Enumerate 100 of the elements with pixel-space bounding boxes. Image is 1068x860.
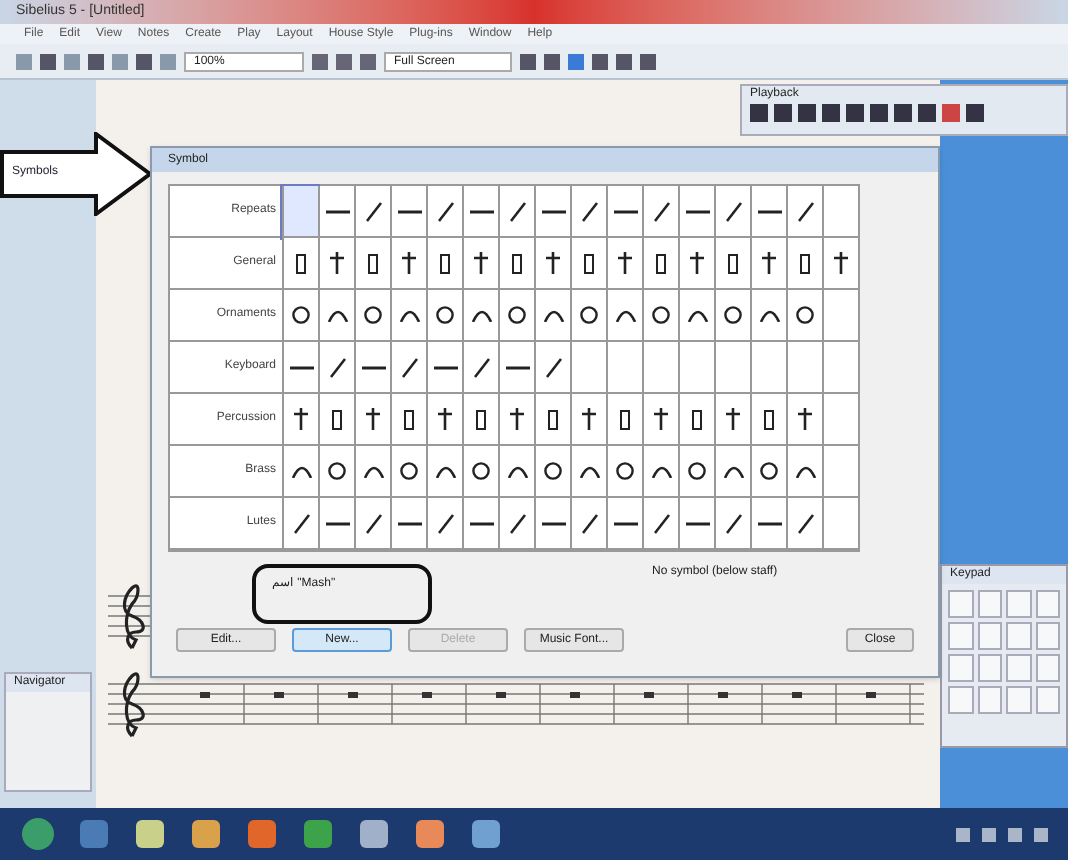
symbol-cell[interactable] [714, 342, 750, 394]
symbol-cell[interactable] [282, 394, 318, 446]
symbol-cell[interactable] [714, 186, 750, 238]
symbol-cell[interactable] [642, 186, 678, 238]
symbol-cell[interactable] [678, 186, 714, 238]
symbol-cell[interactable] [750, 186, 786, 238]
symbol-cell[interactable] [606, 498, 642, 550]
symbol-cell[interactable] [318, 238, 354, 290]
symbol-cell[interactable] [318, 186, 354, 238]
symbol-cell[interactable] [282, 186, 318, 238]
symbol-cell[interactable] [318, 394, 354, 446]
symbol-cell[interactable] [570, 238, 606, 290]
symbol-cell[interactable] [282, 342, 318, 394]
symbol-cell[interactable] [570, 394, 606, 446]
symbol-cell[interactable] [642, 446, 678, 498]
symbol-cell[interactable] [822, 186, 858, 238]
symbol-cell[interactable] [498, 498, 534, 550]
symbol-cell[interactable] [678, 290, 714, 342]
symbol-cell[interactable] [390, 342, 426, 394]
symbol-cell[interactable] [426, 186, 462, 238]
symbol-cell[interactable] [282, 498, 318, 550]
symbol-cell[interactable] [750, 446, 786, 498]
symbol-cell[interactable] [786, 238, 822, 290]
symbol-cell[interactable] [462, 498, 498, 550]
symbol-cell[interactable] [534, 186, 570, 238]
symbol-cell[interactable] [822, 394, 858, 446]
symbol-cell[interactable] [714, 394, 750, 446]
symbol-cell[interactable] [678, 238, 714, 290]
symbol-cell[interactable] [606, 238, 642, 290]
symbol-cell[interactable] [354, 238, 390, 290]
symbol-cell[interactable] [498, 238, 534, 290]
symbol-cell[interactable] [786, 186, 822, 238]
symbol-cell[interactable] [390, 394, 426, 446]
taskbar-app-icon[interactable] [356, 816, 392, 852]
symbol-cell[interactable] [426, 342, 462, 394]
symbol-cell[interactable] [786, 446, 822, 498]
symbol-cell[interactable] [786, 342, 822, 394]
symbol-cell[interactable] [282, 446, 318, 498]
symbol-cell[interactable] [606, 290, 642, 342]
symbol-cell[interactable] [498, 186, 534, 238]
symbol-cell[interactable] [678, 446, 714, 498]
symbol-cell[interactable] [462, 394, 498, 446]
symbol-cell[interactable] [642, 394, 678, 446]
taskbar-app-icon[interactable] [244, 816, 280, 852]
symbol-cell[interactable] [462, 238, 498, 290]
symbol-cell[interactable] [534, 290, 570, 342]
symbol-cell[interactable] [534, 446, 570, 498]
symbol-cell[interactable] [570, 290, 606, 342]
symbol-cell[interactable] [606, 446, 642, 498]
taskbar-app-icon[interactable] [468, 816, 504, 852]
symbol-cell[interactable] [390, 446, 426, 498]
symbol-cell[interactable] [750, 238, 786, 290]
symbol-cell[interactable] [642, 342, 678, 394]
symbol-cell[interactable] [714, 290, 750, 342]
symbol-cell[interactable] [678, 394, 714, 446]
symbol-cell[interactable] [570, 342, 606, 394]
symbol-cell[interactable] [786, 290, 822, 342]
symbol-cell[interactable] [750, 290, 786, 342]
symbol-cell[interactable] [534, 238, 570, 290]
symbol-cell[interactable] [354, 186, 390, 238]
symbol-cell[interactable] [534, 394, 570, 446]
symbol-cell[interactable] [354, 342, 390, 394]
symbol-cell[interactable] [822, 238, 858, 290]
symbol-cell[interactable] [462, 342, 498, 394]
symbol-cell[interactable] [714, 446, 750, 498]
taskbar-app-icon[interactable] [412, 816, 448, 852]
symbol-cell[interactable] [606, 186, 642, 238]
symbol-cell[interactable] [570, 186, 606, 238]
symbol-cell[interactable] [354, 498, 390, 550]
symbol-cell[interactable] [642, 238, 678, 290]
symbol-cell[interactable] [678, 498, 714, 550]
symbol-cell[interactable] [354, 446, 390, 498]
symbol-cell[interactable] [498, 342, 534, 394]
symbol-cell[interactable] [390, 186, 426, 238]
symbol-cell[interactable] [750, 342, 786, 394]
symbol-cell[interactable] [606, 394, 642, 446]
symbol-cell[interactable] [426, 290, 462, 342]
taskbar-app-icon[interactable] [300, 816, 336, 852]
symbol-cell[interactable] [786, 498, 822, 550]
symbol-cell[interactable] [318, 446, 354, 498]
symbol-cell[interactable] [426, 238, 462, 290]
symbol-cell[interactable] [318, 342, 354, 394]
taskbar-app-icon[interactable] [188, 816, 224, 852]
symbol-cell[interactable] [282, 290, 318, 342]
symbol-cell[interactable] [498, 446, 534, 498]
symbol-cell[interactable] [678, 342, 714, 394]
symbol-cell[interactable] [318, 290, 354, 342]
symbol-cell[interactable] [318, 498, 354, 550]
symbol-cell[interactable] [606, 342, 642, 394]
symbol-cell[interactable] [570, 498, 606, 550]
symbol-cell[interactable] [822, 498, 858, 550]
symbol-cell[interactable] [426, 498, 462, 550]
symbol-cell[interactable] [714, 498, 750, 550]
symbol-cell[interactable] [570, 446, 606, 498]
symbol-cell[interactable] [714, 238, 750, 290]
symbol-cell[interactable] [426, 394, 462, 446]
symbol-cell[interactable] [462, 186, 498, 238]
symbol-cell[interactable] [390, 238, 426, 290]
symbol-cell[interactable] [426, 446, 462, 498]
start-button-icon[interactable] [20, 816, 56, 852]
